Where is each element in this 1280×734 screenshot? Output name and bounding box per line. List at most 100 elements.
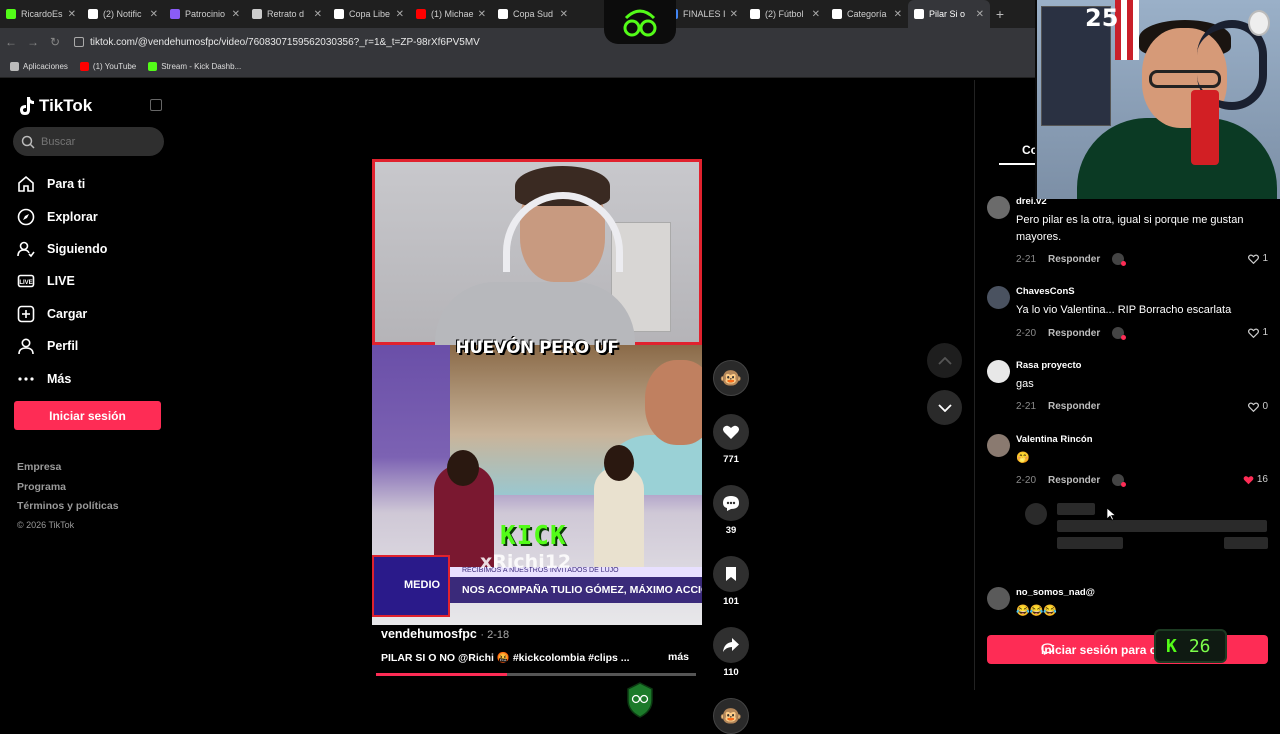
tab-close-icon[interactable]: ✕ bbox=[232, 9, 240, 20]
reply-button[interactable]: Responder bbox=[1048, 401, 1100, 412]
next-video-button[interactable] bbox=[927, 390, 962, 425]
video-caption-overlay: HUEVÓN PERO UF bbox=[455, 338, 619, 358]
sidebar-item-explorar[interactable]: Explorar bbox=[17, 200, 107, 232]
video-actions: 🐵 771 39 101 110 🐵 bbox=[712, 360, 750, 734]
commenter-name[interactable]: Rasa proyecto bbox=[1016, 360, 1081, 371]
tab-close-icon[interactable]: ✕ bbox=[812, 9, 820, 20]
footer-program-link[interactable]: Programa bbox=[17, 481, 119, 501]
comment-like-button[interactable]: 1 bbox=[1248, 253, 1268, 264]
search-box[interactable] bbox=[13, 127, 164, 156]
video-tv-segment: RECIBIMOS A NUESTROS INVITADOS DE LUJO N… bbox=[372, 345, 702, 625]
browser-tab[interactable]: Patrocinio ✕ bbox=[164, 0, 246, 28]
tab-close-icon[interactable]: ✕ bbox=[314, 9, 322, 20]
tiktok-logo[interactable]: TikTok bbox=[17, 96, 92, 116]
svg-text:LIVE: LIVE bbox=[19, 280, 32, 286]
browser-tab[interactable]: Copa Libe ✕ bbox=[328, 0, 410, 28]
tab-favicon-icon bbox=[170, 9, 180, 19]
sidebar-item-cargar[interactable]: Cargar bbox=[17, 298, 107, 330]
browser-tab[interactable]: Retrato d ✕ bbox=[246, 0, 328, 28]
sidebar: TikTok Para ti Explorar Siguiendo LIVE LIVE C… bbox=[0, 80, 175, 720]
kick-overlay-text: KICK bbox=[500, 521, 567, 551]
chevron-up-icon bbox=[937, 356, 952, 365]
commenter-name[interactable]: no_somos_nad@ bbox=[1016, 587, 1095, 598]
author-avatar[interactable]: 🐵 bbox=[713, 360, 749, 396]
browser-tab[interactable]: (2) Fútbol ✕ bbox=[744, 0, 826, 28]
sidebar-item-perfil[interactable]: Perfil bbox=[17, 330, 107, 362]
footer-company-link[interactable]: Empresa bbox=[17, 461, 119, 481]
comment-count: 39 bbox=[725, 525, 737, 536]
comment-text: Pero pilar es la otra, igual si porque m… bbox=[1016, 214, 1244, 243]
creator-liked-avatar bbox=[1112, 327, 1127, 340]
tab-close-icon[interactable]: ✕ bbox=[976, 9, 984, 20]
tab-label: (2) Fútbol bbox=[765, 9, 804, 19]
sidebar-item-live[interactable]: LIVE LIVE bbox=[17, 265, 107, 297]
commenter-avatar[interactable] bbox=[987, 286, 1010, 309]
comment-like-button[interactable]: 16 bbox=[1243, 474, 1268, 485]
commenter-avatar[interactable] bbox=[987, 434, 1010, 457]
bookmark-item[interactable]: (1) YouTube bbox=[79, 62, 136, 71]
sidebar-item-siguiendo[interactable]: Siguiendo bbox=[17, 233, 107, 265]
commenter-name[interactable]: ChavesConS bbox=[1016, 286, 1075, 297]
video-author[interactable]: vendehumosfpc · 2-18 bbox=[381, 627, 509, 641]
reply-button[interactable]: Responder bbox=[1048, 254, 1100, 265]
share-button[interactable] bbox=[713, 627, 749, 663]
collapse-sidebar-icon[interactable] bbox=[150, 99, 162, 111]
reload-icon[interactable]: ↻ bbox=[44, 35, 66, 49]
login-button[interactable]: Iniciar sesión bbox=[14, 401, 161, 430]
url-field[interactable]: tiktok.com/@vendehumosfpc/video/76083071… bbox=[74, 37, 480, 48]
footer-terms-link[interactable]: Términos y políticas bbox=[17, 500, 119, 520]
browser-tab[interactable]: Categoría ✕ bbox=[826, 0, 908, 28]
previous-video-button[interactable] bbox=[927, 343, 962, 378]
tab-close-icon[interactable]: ✕ bbox=[730, 9, 738, 20]
reply-button[interactable]: Responder bbox=[1048, 328, 1100, 339]
comment-like-button[interactable]: 0 bbox=[1248, 401, 1268, 412]
bookmark-item[interactable]: Aplicaciones bbox=[10, 62, 68, 71]
commenter-avatar[interactable] bbox=[987, 196, 1010, 219]
video-player[interactable]: RECIBIMOS A NUESTROS INVITADOS DE LUJO N… bbox=[372, 159, 702, 625]
save-button[interactable] bbox=[713, 556, 749, 592]
browser-tab[interactable]: Pilar Si o ✕ bbox=[908, 0, 990, 28]
tab-close-icon[interactable]: ✕ bbox=[894, 9, 902, 20]
video-progress-bar[interactable] bbox=[376, 673, 696, 676]
comment-meta: 2-20 Responder bbox=[1016, 474, 1127, 487]
commenter-avatar[interactable] bbox=[987, 587, 1010, 610]
like-button[interactable] bbox=[713, 414, 749, 450]
comment-like-count: 1 bbox=[1262, 327, 1268, 338]
sidebar-item-label: Más bbox=[47, 371, 72, 386]
following-icon bbox=[17, 240, 35, 258]
browser-tab[interactable]: Copa Sud ✕ bbox=[492, 0, 574, 28]
more-link[interactable]: más bbox=[668, 651, 689, 663]
sound-disc-icon[interactable]: 🐵 bbox=[713, 698, 749, 734]
creator-liked-avatar bbox=[1112, 253, 1127, 266]
browser-tab[interactable]: RicardoEs ✕ bbox=[0, 0, 82, 28]
url-text[interactable]: tiktok.com/@vendehumosfpc/video/76083071… bbox=[90, 37, 480, 48]
club-crest bbox=[1248, 10, 1270, 36]
sidebar-item-para-ti[interactable]: Para ti bbox=[17, 168, 107, 200]
tab-close-icon[interactable]: ✕ bbox=[560, 9, 568, 20]
tab-close-icon[interactable]: ✕ bbox=[396, 9, 404, 20]
comment-button[interactable] bbox=[713, 485, 749, 521]
bookmark-item[interactable]: Stream - Kick Dashb... bbox=[148, 62, 241, 71]
search-input[interactable] bbox=[41, 135, 151, 148]
tab-close-icon[interactable]: ✕ bbox=[68, 9, 76, 20]
commenter-name[interactable]: Valentina Rincón bbox=[1016, 434, 1093, 445]
tab-favicon-icon bbox=[6, 9, 16, 19]
browser-tab[interactable]: (2) Notific ✕ bbox=[82, 0, 164, 28]
site-info-icon[interactable] bbox=[74, 37, 84, 47]
new-tab-button[interactable]: + bbox=[990, 6, 1010, 22]
search-icon bbox=[21, 135, 35, 149]
browser-tab[interactable]: (1) Michae ✕ bbox=[410, 0, 492, 28]
tab-favicon-icon bbox=[914, 9, 924, 19]
commenter-avatar[interactable] bbox=[987, 360, 1010, 383]
more-icon bbox=[17, 370, 35, 388]
tab-close-icon[interactable]: ✕ bbox=[478, 9, 486, 20]
back-icon[interactable]: ← bbox=[0, 35, 22, 49]
comment-icon bbox=[723, 495, 739, 511]
comment-like-button[interactable]: 1 bbox=[1248, 327, 1268, 338]
forward-icon[interactable]: → bbox=[22, 35, 44, 49]
sidebar-item-mas[interactable]: Más bbox=[17, 362, 107, 394]
tab-close-icon[interactable]: ✕ bbox=[150, 9, 158, 20]
tab-label: (1) Michae bbox=[431, 9, 474, 19]
reply-button[interactable]: Responder bbox=[1048, 475, 1100, 486]
tab-label: Retrato d bbox=[267, 9, 305, 19]
